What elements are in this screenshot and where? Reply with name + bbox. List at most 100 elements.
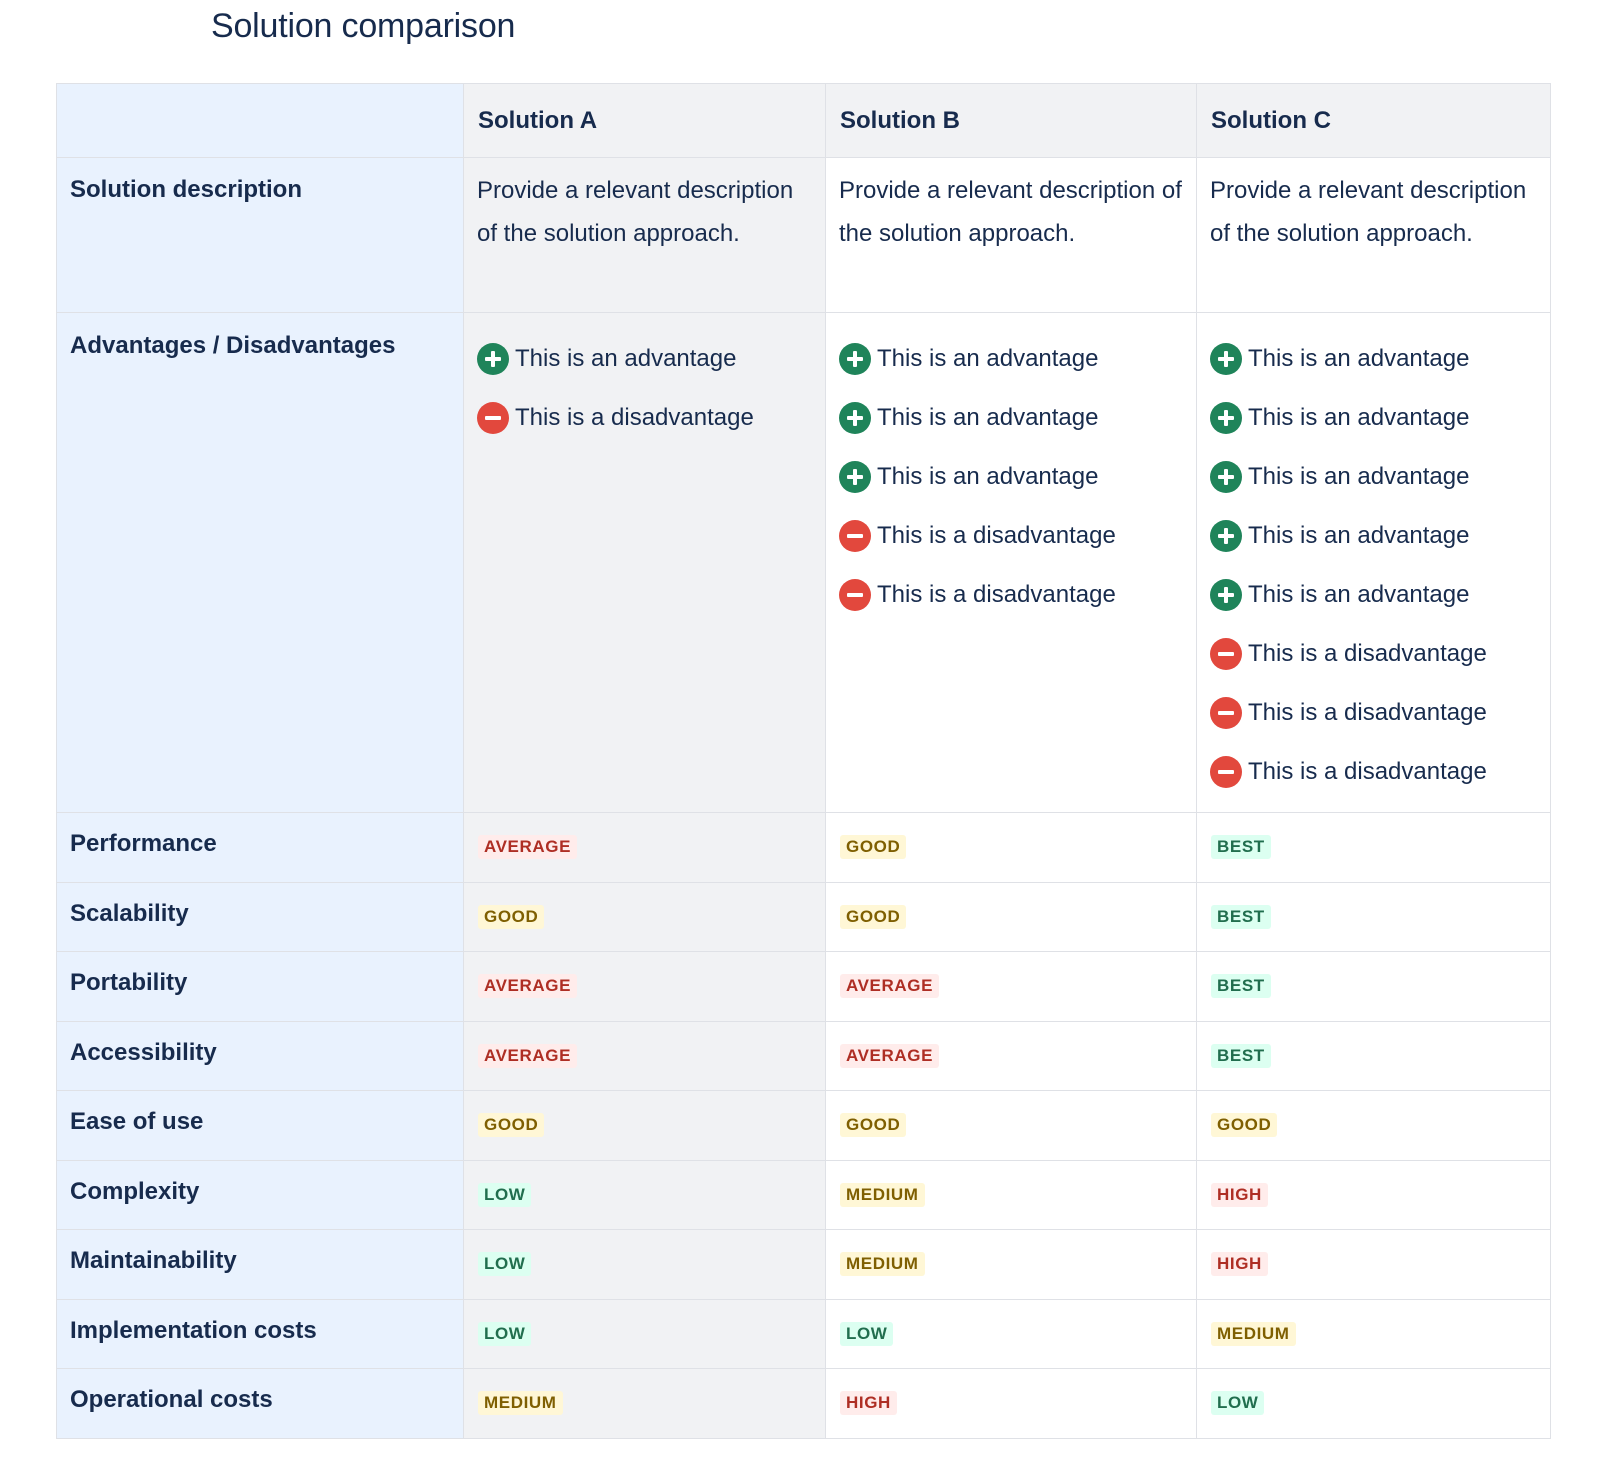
status-lozenge: AVERAGE [840, 974, 940, 999]
metric-cell-solution-c[interactable]: BEST [1196, 812, 1551, 883]
description-cell-solution-c[interactable]: Provide a relevant description of the so… [1196, 157, 1551, 313]
advantage-item: This is an advantage [839, 328, 1183, 390]
pros-cons-cell-solution-b[interactable]: This is an advantage This is an advantage… [825, 312, 1197, 813]
remove-circle-icon [1210, 756, 1242, 788]
status-lozenge: LOW [1211, 1391, 1265, 1416]
add-circle-icon [1210, 520, 1242, 552]
advantage-item: This is an advantage [1210, 387, 1537, 449]
add-circle-icon [839, 343, 871, 375]
remove-circle-icon [839, 579, 871, 611]
advantage-item: This is an advantage [839, 446, 1183, 508]
advantage-item: This is an advantage [1210, 328, 1537, 390]
add-circle-icon [1210, 343, 1242, 375]
metric-cell-solution-b[interactable]: AVERAGE [825, 951, 1197, 1022]
add-circle-icon [839, 461, 871, 493]
row-header-cell[interactable]: Accessibility [56, 1020, 464, 1091]
row-header-cell[interactable]: Implementation costs [56, 1298, 464, 1369]
remove-circle-icon [1210, 638, 1242, 670]
status-lozenge: LOW [840, 1321, 894, 1346]
pros-cons-cell-solution-a[interactable]: This is an advantage This is a disadvanta… [463, 312, 826, 813]
metric-cell-solution-c[interactable]: LOW [1196, 1368, 1551, 1439]
status-lozenge: GOOD [840, 1113, 907, 1138]
row-header-cell[interactable]: Scalability [56, 881, 464, 952]
metric-cell-solution-b[interactable]: LOW [825, 1298, 1197, 1369]
row-header-cell[interactable]: Operational costs [56, 1368, 464, 1439]
metric-cell-solution-b[interactable]: MEDIUM [825, 1159, 1197, 1230]
metric-cell-solution-a[interactable]: LOW [463, 1298, 826, 1369]
metric-cell-solution-c[interactable]: BEST [1196, 951, 1551, 1022]
row-label: Maintainability [70, 1247, 237, 1275]
column-header-solution-c[interactable]: Solution C [1196, 83, 1551, 158]
row-header-cell[interactable]: Ease of use [56, 1090, 464, 1161]
item-text: This is a disadvantage [1248, 758, 1487, 785]
row-header-cell[interactable]: Advantages / Disadvantages [56, 312, 464, 813]
description-cell-solution-b[interactable]: Provide a relevant description of the so… [825, 157, 1197, 313]
metric-cell-solution-a[interactable]: LOW [463, 1229, 826, 1300]
metric-cell-solution-a[interactable]: GOOD [463, 1090, 826, 1161]
row-label: Ease of use [70, 1108, 204, 1136]
add-circle-icon [1210, 461, 1242, 493]
item-text: This is a disadvantage [515, 404, 754, 431]
advantages-disadvantages-row: Advantages / Disadvantages This is an ad… [56, 312, 1551, 813]
remove-circle-icon [477, 402, 509, 434]
row-header-cell[interactable]: Complexity [56, 1159, 464, 1230]
item-text: This is a disadvantage [877, 522, 1116, 549]
item-text: This is an advantage [515, 345, 737, 372]
metric-cell-solution-b[interactable]: AVERAGE [825, 1020, 1197, 1091]
metric-cell-solution-a[interactable]: AVERAGE [463, 812, 826, 883]
status-lozenge: BEST [1211, 904, 1271, 929]
disadvantage-item: This is a disadvantage [839, 505, 1183, 567]
metric-cell-solution-a[interactable]: LOW [463, 1159, 826, 1230]
advantage-item: This is an advantage [839, 387, 1183, 449]
item-text: This is an advantage [1248, 404, 1470, 431]
metric-cell-solution-b[interactable]: GOOD [825, 881, 1197, 952]
metric-cell-solution-c[interactable]: GOOD [1196, 1090, 1551, 1161]
metric-row-accessibility: Accessibility AVERAGE AVERAGE BEST [56, 1020, 1551, 1091]
status-lozenge: LOW [478, 1321, 532, 1346]
metric-cell-solution-a[interactable]: AVERAGE [463, 951, 826, 1022]
status-lozenge: LOW [478, 1252, 532, 1277]
metric-row-operational-costs: Operational costs MEDIUM HIGH LOW [56, 1368, 1551, 1439]
metric-cell-solution-b[interactable]: GOOD [825, 1090, 1197, 1161]
status-lozenge: HIGH [1211, 1182, 1268, 1207]
row-header-cell[interactable]: Maintainability [56, 1229, 464, 1300]
metric-cell-solution-a[interactable]: GOOD [463, 881, 826, 952]
column-header-solution-a[interactable]: Solution A [463, 83, 826, 158]
item-text: This is an advantage [1248, 463, 1470, 490]
metric-cell-solution-b[interactable]: GOOD [825, 812, 1197, 883]
description-cell-solution-a[interactable]: Provide a relevant description of the so… [463, 157, 826, 313]
metric-cell-solution-c[interactable]: HIGH [1196, 1229, 1551, 1300]
status-lozenge: MEDIUM [1211, 1321, 1296, 1346]
row-label: Complexity [70, 1177, 200, 1205]
header-corner-cell[interactable] [56, 83, 464, 158]
metric-cell-solution-b[interactable]: HIGH [825, 1368, 1197, 1439]
metric-cell-solution-c[interactable]: BEST [1196, 881, 1551, 952]
row-header-cell[interactable]: Portability [56, 951, 464, 1022]
row-label: Advantages / Disadvantages [70, 332, 396, 359]
column-header-solution-b[interactable]: Solution B [825, 83, 1197, 158]
status-lozenge: GOOD [1211, 1113, 1278, 1138]
item-text: This is an advantage [1248, 581, 1470, 608]
metric-cell-solution-c[interactable]: HIGH [1196, 1159, 1551, 1230]
metric-row-implementation-costs: Implementation costs LOW LOW MEDIUM [56, 1298, 1551, 1369]
metric-cell-solution-b[interactable]: MEDIUM [825, 1229, 1197, 1300]
row-header-cell[interactable]: Performance [56, 812, 464, 883]
row-header-cell[interactable]: Solution description [56, 157, 464, 313]
metric-cell-solution-a[interactable]: MEDIUM [463, 1368, 826, 1439]
row-label: Performance [70, 830, 217, 858]
item-text: This is an advantage [1248, 345, 1470, 372]
status-lozenge: GOOD [478, 904, 545, 929]
pros-cons-cell-solution-c[interactable]: This is an advantage This is an advantage… [1196, 312, 1551, 813]
metric-cell-solution-c[interactable]: MEDIUM [1196, 1298, 1551, 1369]
status-lozenge: AVERAGE [478, 1043, 578, 1068]
advantage-item: This is an advantage [477, 328, 812, 390]
metric-row-scalability: Scalability GOOD GOOD BEST [56, 881, 1551, 952]
status-lozenge: HIGH [840, 1391, 897, 1416]
status-lozenge: GOOD [840, 835, 907, 860]
metric-cell-solution-c[interactable]: BEST [1196, 1020, 1551, 1091]
remove-circle-icon [839, 520, 871, 552]
item-text: This is a disadvantage [1248, 640, 1487, 667]
metric-cell-solution-a[interactable]: AVERAGE [463, 1020, 826, 1091]
page-title: Solution comparison [211, 7, 516, 45]
comparison-table: Solution A Solution B Solution C Solutio… [56, 83, 1551, 1439]
